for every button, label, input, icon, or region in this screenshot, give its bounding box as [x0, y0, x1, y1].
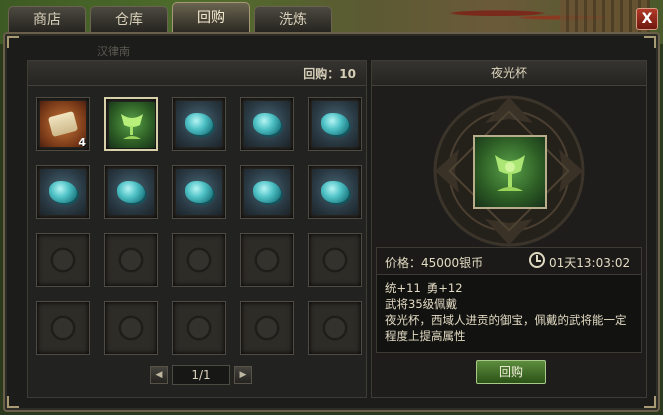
frame-corner — [644, 36, 656, 48]
prev-page-button[interactable]: ◀ — [150, 366, 168, 384]
tab-buyback[interactable]: 回购 — [172, 2, 250, 32]
item-info-box: 价格： 45000银币 01天13:03:02 统+11 勇+12 武将35级佩戴… — [376, 247, 642, 353]
cyan-ore-icon — [40, 169, 86, 215]
price-row: 价格： 45000银币 01天13:03:02 — [377, 248, 641, 275]
remaining-time: 01天13:03:02 — [549, 256, 631, 270]
cyan-ore-icon — [108, 169, 154, 215]
cyan-ore-icon — [244, 101, 290, 147]
empty-slot[interactable] — [172, 301, 226, 355]
inventory-slot[interactable] — [104, 97, 158, 151]
close-button[interactable]: X — [636, 8, 658, 30]
empty-slot[interactable] — [104, 233, 158, 287]
cyan-ore-icon — [312, 101, 358, 147]
inventory-slot[interactable] — [308, 165, 362, 219]
item-description-block: 统+11 勇+12 武将35级佩戴 夜光杯，西域人进贡的御宝，佩戴的武将能一定程度… — [385, 280, 635, 344]
pager: ◀ 1/1 ▶ — [150, 365, 252, 385]
cyan-ore-icon — [244, 169, 290, 215]
cyan-ore-icon — [176, 169, 222, 215]
inventory-slot[interactable]: 4 — [36, 97, 90, 151]
next-page-button[interactable]: ▶ — [234, 366, 252, 384]
frame-corner — [7, 396, 19, 408]
empty-slot[interactable] — [172, 233, 226, 287]
empty-slot[interactable] — [240, 301, 294, 355]
inventory-slot[interactable] — [172, 165, 226, 219]
empty-slot[interactable] — [36, 301, 90, 355]
page-indicator: 1/1 — [172, 365, 230, 385]
tab-warehouse[interactable]: 仓库 — [90, 6, 168, 32]
price-label: 价格： — [385, 256, 422, 270]
frame-corner — [7, 36, 19, 48]
stat-command: 统+11 — [385, 281, 421, 295]
inventory-slot[interactable] — [104, 165, 158, 219]
watermark-text: 汉律南 — [97, 45, 130, 58]
inventory-slot[interactable] — [172, 97, 226, 151]
inventory-grid: 4 — [36, 97, 362, 355]
jade-cup-icon — [109, 102, 155, 148]
inventory-slot[interactable] — [36, 165, 90, 219]
item-quantity: 4 — [78, 136, 86, 149]
inventory-header: 回购：10 — [28, 61, 366, 86]
price-value: 45000银币 — [421, 256, 484, 270]
clock-icon — [529, 252, 545, 268]
empty-slot[interactable] — [240, 233, 294, 287]
buyback-button[interactable]: 回购 — [476, 360, 546, 384]
empty-slot[interactable] — [36, 233, 90, 287]
item-detail-panel: 夜光杯 价格： 45000银币 01天13:03:02 统+11 勇+12 武将… — [371, 60, 647, 398]
tab-refine[interactable]: 洗炼 — [254, 6, 332, 32]
buyback-count: 回购：10 — [303, 67, 356, 81]
item-title: 夜光杯 — [372, 61, 646, 86]
description-text: 夜光杯，西域人进贡的御宝，佩戴的武将能一定程度上提高属性 — [385, 313, 627, 343]
triangle-left-icon: ◀ — [155, 370, 163, 380]
inventory-panel: 回购：10 4 ◀ 1/1 ▶ — [27, 60, 367, 398]
item-preview — [473, 135, 547, 209]
inventory-slot[interactable] — [308, 97, 362, 151]
empty-slot[interactable] — [308, 301, 362, 355]
empty-slot[interactable] — [308, 233, 362, 287]
inventory-slot[interactable] — [240, 165, 294, 219]
empty-slot[interactable] — [104, 301, 158, 355]
jade-cup-icon — [495, 155, 525, 191]
stat-line: 统+11 勇+12 — [385, 280, 635, 296]
requirement-text: 武将35级佩戴 — [385, 297, 458, 311]
cyan-ore-icon — [312, 169, 358, 215]
tab-bar: 商店 仓库 回购 洗炼 — [8, 2, 332, 32]
cyan-ore-icon — [176, 101, 222, 147]
stat-valor: 勇+12 — [426, 281, 463, 295]
buyback-window: 汉律南 回购：10 4 ◀ 1/1 ▶ 夜光杯 价格： 45000银币 01天1… — [3, 32, 660, 412]
triangle-right-icon: ▶ — [239, 370, 247, 380]
inventory-slot[interactable] — [240, 97, 294, 151]
tab-shop[interactable]: 商店 — [8, 6, 86, 32]
